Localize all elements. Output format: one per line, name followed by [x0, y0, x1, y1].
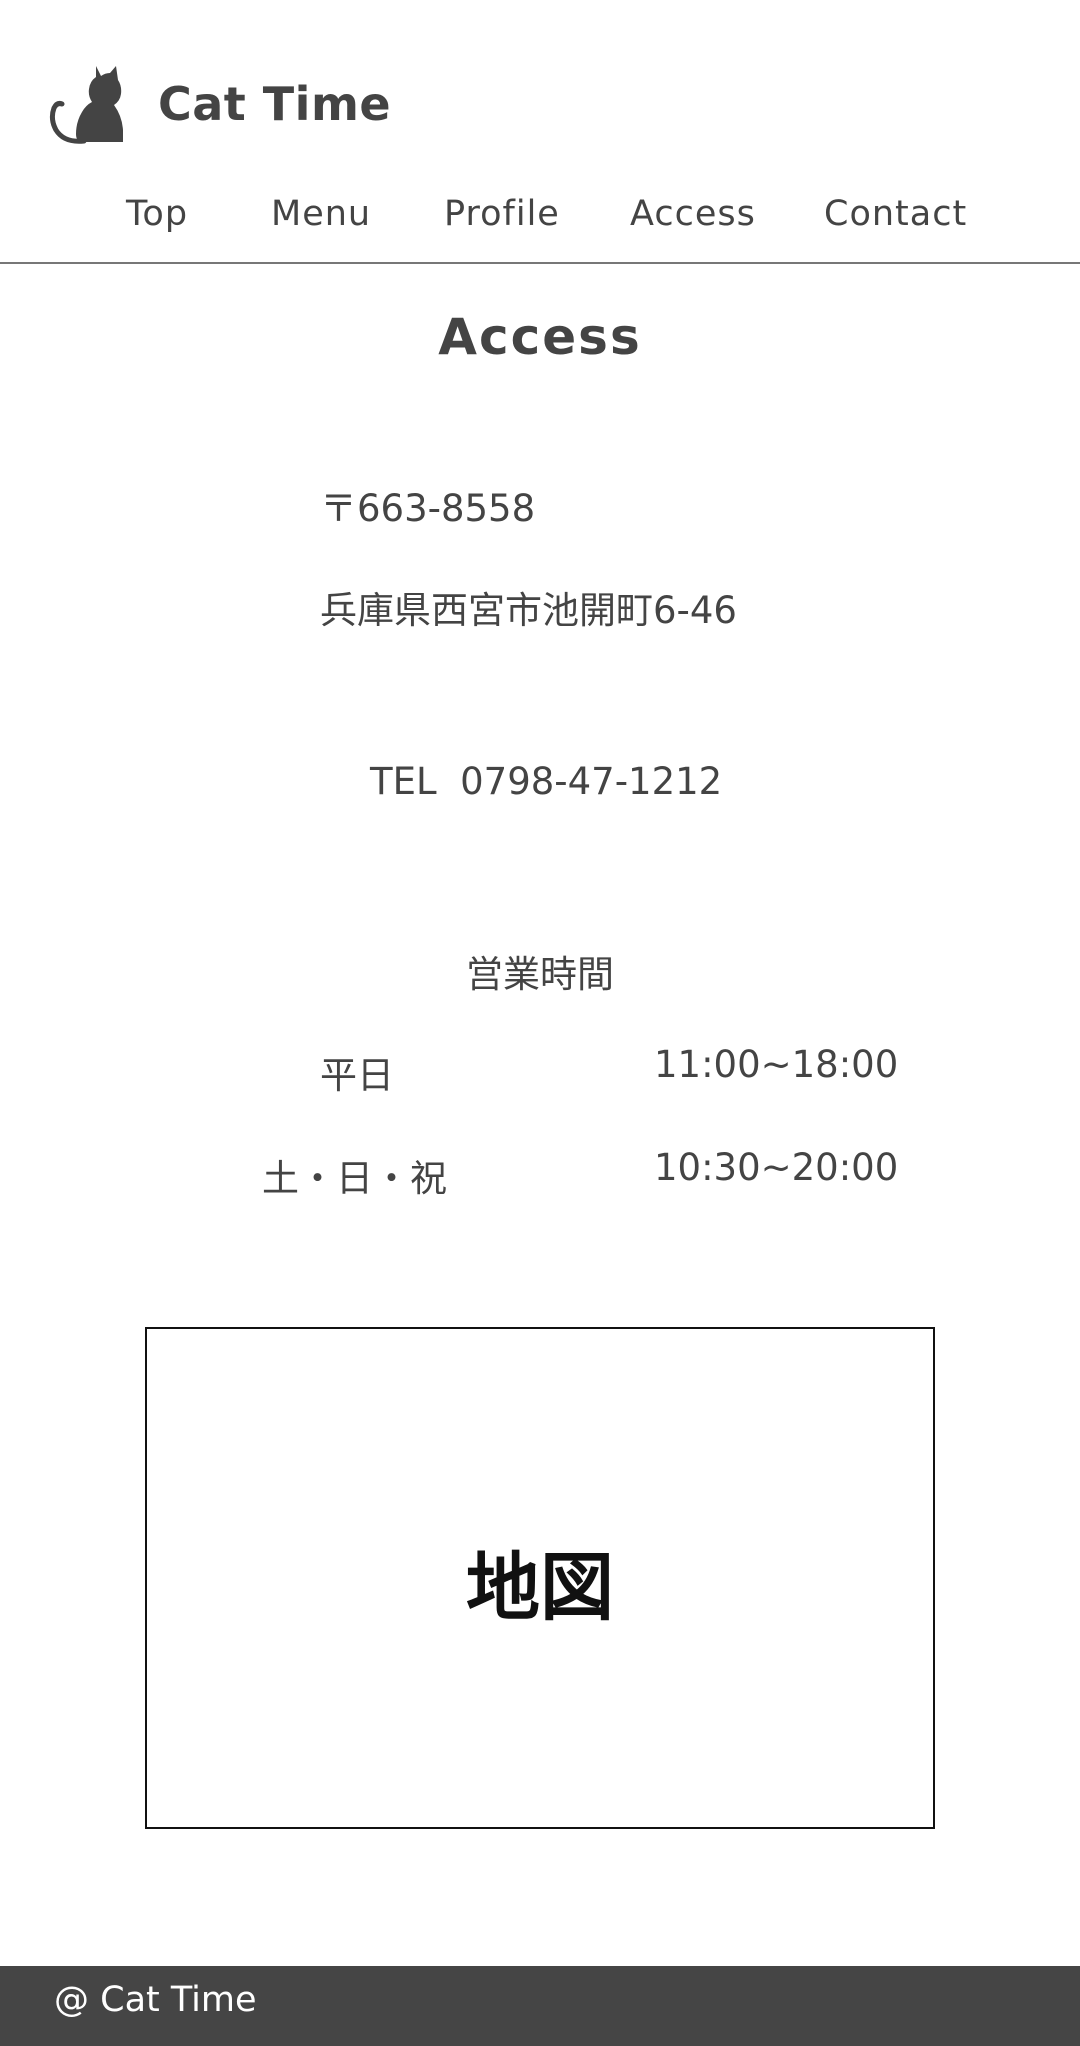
hours-day-weekday: 平日: [320, 1054, 394, 1097]
map-placeholder[interactable]: 地図: [145, 1327, 935, 1829]
hours-title: 営業時間: [466, 953, 614, 996]
page-title: Access: [438, 308, 642, 366]
map-label: 地図: [466, 1544, 614, 1631]
hours-time-weekend: 10:30~20:00: [654, 1146, 899, 1189]
nav-item-access[interactable]: Access: [630, 194, 756, 234]
postal-code: 〒663-8558: [320, 487, 536, 530]
address: 兵庫県西宮市池開町6-46: [320, 589, 737, 632]
hours-time-weekday: 11:00~18:00: [654, 1043, 899, 1086]
nav-item-menu[interactable]: Menu: [271, 194, 371, 234]
site-logo[interactable]: Cat Time: [46, 64, 391, 144]
site-footer: @ Cat Time: [0, 1966, 1080, 2046]
hours-day-weekend: 土・日・祝: [262, 1157, 447, 1200]
nav-item-profile[interactable]: Profile: [444, 194, 560, 234]
telephone: TEL 0798-47-1212: [370, 760, 723, 803]
main-nav: Top Menu Profile Access Contact: [0, 194, 1080, 242]
footer-copyright: @ Cat Time: [54, 1980, 257, 2020]
site-title: Cat Time: [158, 77, 392, 131]
cat-silhouette-icon: [49, 66, 123, 144]
site-header: Cat Time Top Menu Profile Access Contact: [0, 0, 1080, 264]
nav-item-top[interactable]: Top: [126, 194, 188, 234]
nav-item-contact[interactable]: Contact: [824, 194, 967, 234]
